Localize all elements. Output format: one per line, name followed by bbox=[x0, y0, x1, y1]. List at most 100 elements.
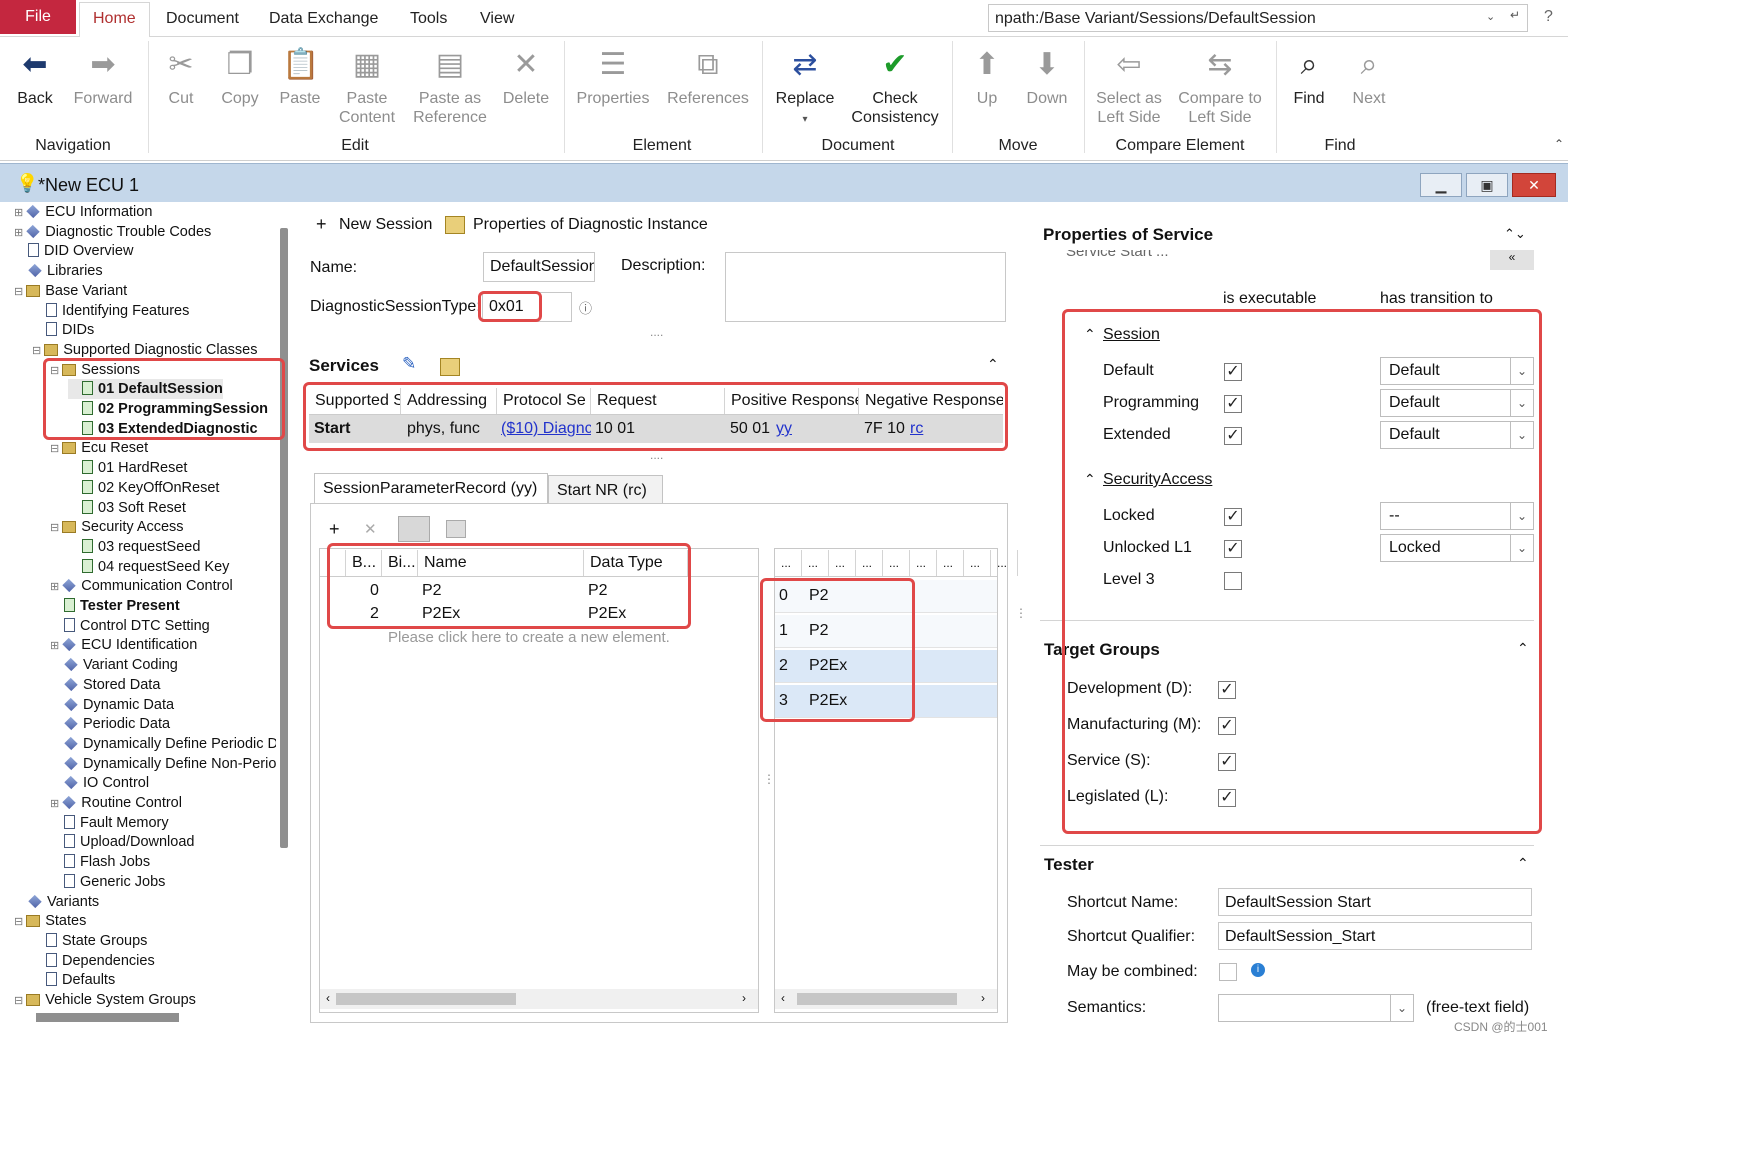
tree-item[interactable]: Dynamic Data bbox=[50, 695, 174, 715]
back-button[interactable]: ⬅ Back bbox=[14, 47, 56, 108]
param-values-hscroll[interactable]: ‹ › bbox=[775, 989, 997, 1009]
tree-item[interactable]: 03 Soft Reset bbox=[68, 498, 186, 518]
tree-item[interactable]: Dynamically Define Periodic D bbox=[50, 734, 276, 754]
protocol-link[interactable]: ($10) Diagnc bbox=[501, 415, 591, 443]
col-negative-response[interactable]: Negative Response bbox=[859, 388, 1003, 414]
compare-left-side-button[interactable]: ⇆ Compare to Left Side bbox=[1176, 47, 1264, 127]
tree-item[interactable]: ⊞ Communication Control bbox=[50, 576, 233, 596]
param-values-col[interactable]: ... bbox=[802, 550, 829, 576]
is-executable-checkbox[interactable] bbox=[1224, 572, 1242, 590]
tree-item[interactable]: ⊟ Sessions bbox=[50, 360, 140, 380]
expand-toggle-icon[interactable]: ⊟ bbox=[50, 443, 59, 455]
name-input[interactable]: DefaultSession bbox=[483, 252, 595, 282]
tree-item[interactable]: 03 ExtendedDiagnostic bbox=[68, 419, 258, 439]
tab-tools[interactable]: Tools bbox=[410, 10, 447, 28]
paste-reference-button[interactable]: ▤ Paste as Reference bbox=[412, 47, 488, 127]
tree-item[interactable]: Dependencies bbox=[32, 951, 155, 971]
target-group-checkbox[interactable]: ✓ bbox=[1218, 753, 1236, 771]
shortcut-name-input[interactable]: DefaultSession Start bbox=[1218, 888, 1532, 916]
param-values-col[interactable]: ... bbox=[910, 550, 937, 576]
description-input[interactable] bbox=[725, 252, 1006, 322]
tree-item[interactable]: 01 DefaultSession bbox=[68, 379, 223, 400]
param-values-col[interactable]: ... bbox=[883, 550, 910, 576]
scroll-left-icon[interactable]: ‹ bbox=[326, 991, 330, 1005]
tab-view[interactable]: View bbox=[480, 10, 514, 28]
forward-button[interactable]: ➡ Forward bbox=[70, 47, 136, 108]
tree-item[interactable]: ⊟ Security Access bbox=[50, 517, 184, 537]
tree-item[interactable]: 01 HardReset bbox=[68, 458, 187, 478]
may-be-combined-checkbox[interactable] bbox=[1219, 963, 1237, 981]
close-button[interactable]: ✕ bbox=[1512, 173, 1556, 197]
tree-item[interactable]: DIDs bbox=[32, 320, 94, 340]
transition-select[interactable]: Default ⌄ bbox=[1380, 421, 1534, 449]
semantics-select[interactable]: ⌄ bbox=[1218, 994, 1414, 1022]
transition-select[interactable]: Default ⌄ bbox=[1380, 357, 1534, 385]
col-positive-response[interactable]: Positive Response bbox=[725, 388, 859, 414]
tree-horizontal-scrollbar[interactable] bbox=[36, 1013, 179, 1022]
tree-item[interactable]: IO Control bbox=[50, 773, 149, 793]
tree-item[interactable]: ⊞ Diagnostic Trouble Codes bbox=[14, 222, 211, 242]
tab-document[interactable]: Document bbox=[166, 10, 239, 28]
transition-select[interactable]: Default ⌄ bbox=[1380, 389, 1534, 417]
tree-item[interactable]: Upload/Download bbox=[50, 832, 194, 852]
expand-toggle-icon[interactable]: ⊞ bbox=[50, 798, 59, 810]
expand-toggle-icon[interactable]: ⊟ bbox=[14, 286, 23, 298]
tab-home[interactable]: Home bbox=[79, 2, 150, 37]
tree-item[interactable]: Libraries bbox=[14, 261, 103, 281]
copy-button[interactable]: ❐ Copy bbox=[216, 47, 264, 108]
properties-folder-icon[interactable] bbox=[446, 520, 466, 538]
expand-toggle-icon[interactable]: ⊟ bbox=[50, 365, 59, 377]
col-supported[interactable]: Supported S bbox=[309, 388, 401, 414]
is-executable-checkbox[interactable]: ✓ bbox=[1224, 395, 1242, 413]
collapse-services-icon[interactable]: ⌃ bbox=[987, 356, 999, 373]
shortcut-qualifier-input[interactable]: DefaultSession_Start bbox=[1218, 922, 1532, 950]
tree-item[interactable]: Defaults bbox=[32, 970, 115, 990]
is-executable-checkbox[interactable]: ✓ bbox=[1224, 363, 1242, 381]
tree-item[interactable]: ⊟ Ecu Reset bbox=[50, 438, 148, 458]
positive-response-link[interactable]: yy bbox=[776, 415, 792, 443]
col-protocol[interactable]: Protocol Se bbox=[497, 388, 591, 414]
splitter-grip[interactable]: .... bbox=[650, 325, 663, 339]
tab-start-nr[interactable]: Start NR (rc) bbox=[548, 475, 663, 505]
delete-button[interactable]: ✕ Delete bbox=[500, 47, 552, 108]
down-button[interactable]: ⬇ Down bbox=[1022, 47, 1072, 108]
tree-item[interactable]: ⊞ ECU Information bbox=[14, 202, 152, 222]
tab-file[interactable]: File bbox=[0, 0, 76, 34]
session-type-input[interactable]: 0x01 bbox=[482, 292, 572, 322]
pencil-icon[interactable]: ✎ bbox=[402, 354, 416, 374]
scroll-right-icon[interactable]: › bbox=[981, 991, 985, 1005]
negative-response-link[interactable]: rc bbox=[910, 415, 923, 443]
select-left-side-button[interactable]: ⇦ Select as Left Side bbox=[1092, 47, 1166, 127]
new-session-button[interactable]: New Session bbox=[339, 216, 432, 234]
chevron-up-icon[interactable]: ⌃ bbox=[1084, 471, 1096, 488]
paste-content-button[interactable]: ▦ Paste Content bbox=[334, 47, 400, 127]
properties-button[interactable]: ☰ Properties bbox=[572, 47, 654, 108]
view-toggle-icon[interactable] bbox=[398, 516, 430, 542]
scroll-right-icon[interactable]: › bbox=[742, 991, 746, 1005]
tree-item[interactable]: Dynamically Define Non-Perio bbox=[50, 754, 276, 774]
target-group-checkbox[interactable]: ✓ bbox=[1218, 717, 1236, 735]
scroll-thumb[interactable] bbox=[336, 993, 516, 1005]
tree-item[interactable]: ⊞ Routine Control bbox=[50, 793, 182, 813]
param-values-row[interactable]: 3 P2Ex bbox=[775, 685, 997, 718]
services-row-start[interactable]: Start phys, func ($10) Diagnc 10 01 50 0… bbox=[309, 415, 1003, 443]
chevron-up-icon[interactable]: ⌃ bbox=[1084, 326, 1096, 343]
session-group-link[interactable]: Session bbox=[1103, 326, 1160, 344]
param-values-col[interactable]: ... bbox=[775, 550, 802, 576]
expand-toggle-icon[interactable]: ⊟ bbox=[50, 522, 59, 534]
plus-icon[interactable]: + bbox=[316, 214, 327, 235]
param-values-col[interactable]: ... bbox=[991, 550, 1018, 576]
expand-toggle-icon[interactable]: ⊞ bbox=[50, 581, 59, 593]
target-group-checkbox[interactable]: ✓ bbox=[1218, 789, 1236, 807]
splitter-grip[interactable]: .... bbox=[650, 448, 663, 462]
tree-item[interactable]: Fault Memory bbox=[50, 813, 169, 833]
cut-button[interactable]: ✂ Cut bbox=[160, 47, 202, 108]
col-addressing[interactable]: Addressing bbox=[401, 388, 497, 414]
param-row[interactable]: 2 P2Ex P2Ex bbox=[320, 603, 758, 625]
param-values-col[interactable]: ... bbox=[856, 550, 883, 576]
tree-item[interactable]: ⊟ Vehicle System Groups bbox=[14, 990, 196, 1010]
tree-item[interactable]: Variants bbox=[14, 892, 99, 912]
tree-item[interactable]: Control DTC Setting bbox=[50, 616, 210, 636]
tree-item[interactable]: 02 ProgrammingSession bbox=[68, 399, 268, 419]
properties-instance-button[interactable]: Properties of Diagnostic Instance bbox=[473, 216, 708, 234]
